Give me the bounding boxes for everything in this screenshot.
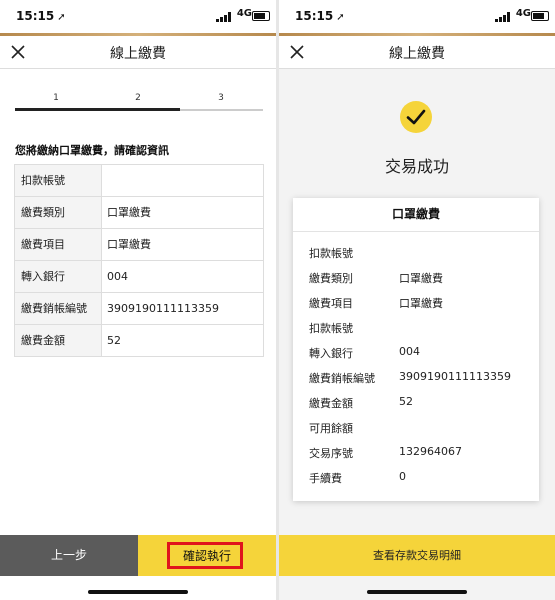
battery-icon: [531, 11, 549, 21]
item-value: 3909190111113359: [399, 370, 511, 383]
list-item: 繳費金額 52: [293, 395, 539, 420]
table-row: 繳費類別 口罩繳費: [15, 197, 263, 229]
status-bar: 15:15 ➚ 4G: [279, 0, 555, 34]
item-value: [399, 420, 539, 445]
success-screen: 15:15 ➚ 4G 線上繳費 交易成功 口罩繳費 扣款帳號 繳費類別 口罩繳費 繳…: [279, 0, 555, 600]
signal-icon: [495, 12, 510, 22]
nav-bar: 線上繳費: [279, 36, 555, 69]
page-title: 線上繳費: [389, 46, 445, 62]
step-progress: [15, 108, 180, 111]
receipt-card: 口罩繳費 扣款帳號 繳費類別 口罩繳費 繳費項目 口罩繳費 扣款帳號 轉入銀行 004…: [293, 198, 539, 501]
table-row: 繳費項目 口罩繳費: [15, 229, 263, 261]
row-label: 繳費銷帳編號: [15, 293, 102, 324]
list-item: 繳費類別 口罩繳費: [293, 270, 539, 295]
previous-step-button[interactable]: 上一步: [0, 535, 138, 576]
row-label: 繳費項目: [15, 229, 102, 260]
signal-icon: [216, 12, 231, 22]
bottom-actions: 上一步 確認執行: [0, 535, 276, 576]
list-item: 轉入銀行 004: [293, 345, 539, 370]
receipt-list: 扣款帳號 繳費類別 口罩繳費 繳費項目 口罩繳費 扣款帳號 轉入銀行 004 繳費銷帳…: [293, 232, 539, 495]
step-2: 2: [135, 93, 141, 103]
location-arrow-icon: ➚: [57, 12, 66, 23]
item-label: 扣款帳號: [309, 247, 353, 260]
item-value: 口罩繳費: [399, 272, 443, 285]
confirm-execute-label: 確認執行: [182, 549, 231, 563]
row-value: 3909190111113359: [107, 302, 219, 315]
nav-bar: 線上繳費: [0, 36, 276, 69]
item-label: 繳費項目: [309, 297, 353, 310]
step-3: 3: [218, 93, 224, 103]
table-row: 扣款帳號: [15, 165, 263, 197]
row-label: 繳費類別: [15, 197, 102, 228]
item-label: 可用餘額: [309, 422, 353, 435]
status-bar: 15:15 ➚ 4G: [0, 0, 276, 34]
network-type: 4G: [236, 8, 252, 19]
list-item: 交易序號 132964067: [293, 445, 539, 470]
check-icon: [400, 101, 432, 133]
table-row: 繳費銷帳編號 3909190111113359: [15, 293, 263, 325]
row-label: 扣款帳號: [15, 165, 102, 196]
step-indicator: 1 2 3: [15, 93, 263, 113]
item-value: [399, 245, 539, 270]
item-value: 口罩繳費: [399, 297, 443, 310]
row-label: 繳費金額: [15, 325, 102, 356]
confirm-execute-button[interactable]: 確認執行: [138, 535, 276, 576]
table-row: 轉入銀行 004: [15, 261, 263, 293]
row-value: 004: [107, 270, 128, 283]
network-type: 4G: [515, 8, 531, 19]
battery-icon: [252, 11, 270, 21]
item-label: 交易序號: [309, 447, 353, 460]
list-item: 扣款帳號: [293, 245, 539, 270]
row-value: 口罩繳費: [107, 238, 151, 251]
list-item: 繳費項目 口罩繳費: [293, 295, 539, 320]
location-arrow-icon: ➚: [336, 12, 345, 23]
row-value: 52: [107, 334, 121, 347]
item-value: 004: [399, 345, 420, 358]
list-item: 手續費 0: [293, 470, 539, 495]
item-value: 132964067: [399, 445, 462, 458]
success-message: 交易成功: [384, 157, 449, 176]
item-label: 繳費類別: [309, 272, 353, 285]
item-value: 52: [399, 395, 413, 408]
row-value: [102, 165, 263, 196]
item-value: [399, 320, 539, 345]
list-item: 扣款帳號: [293, 320, 539, 345]
confirm-heading: 您將繳納口罩繳費，請確認資訊: [15, 144, 169, 157]
item-label: 手續費: [309, 472, 342, 485]
home-indicator: [88, 590, 188, 594]
status-time: 15:15 ➚: [295, 9, 345, 23]
table-row: 繳費金額 52: [15, 325, 263, 356]
row-value: 口罩繳費: [107, 206, 151, 219]
list-item: 繳費銷帳編號 3909190111113359: [293, 370, 539, 395]
page-title: 線上繳費: [110, 46, 166, 62]
confirm-screen: 15:15 ➚ 4G 線上繳費 1 2 3 您將繳納口罩繳費，請確認資訊 扣款帳號…: [0, 0, 276, 600]
home-indicator: [367, 590, 467, 594]
item-label: 轉入銀行: [309, 347, 353, 360]
item-label: 扣款帳號: [309, 322, 353, 335]
item-value: 0: [399, 470, 406, 483]
item-label: 繳費金額: [309, 397, 353, 410]
confirm-table: 扣款帳號 繳費類別 口罩繳費 繳費項目 口罩繳費 轉入銀行 004 繳費銷帳編號 390…: [14, 164, 264, 357]
view-transaction-details-button[interactable]: 查看存款交易明細: [279, 535, 555, 576]
list-item: 可用餘額: [293, 420, 539, 445]
row-label: 轉入銀行: [15, 261, 102, 292]
status-time: 15:15 ➚: [16, 9, 66, 23]
receipt-title: 口罩繳費: [293, 198, 539, 232]
step-1: 1: [53, 93, 59, 103]
item-label: 繳費銷帳編號: [309, 372, 375, 385]
